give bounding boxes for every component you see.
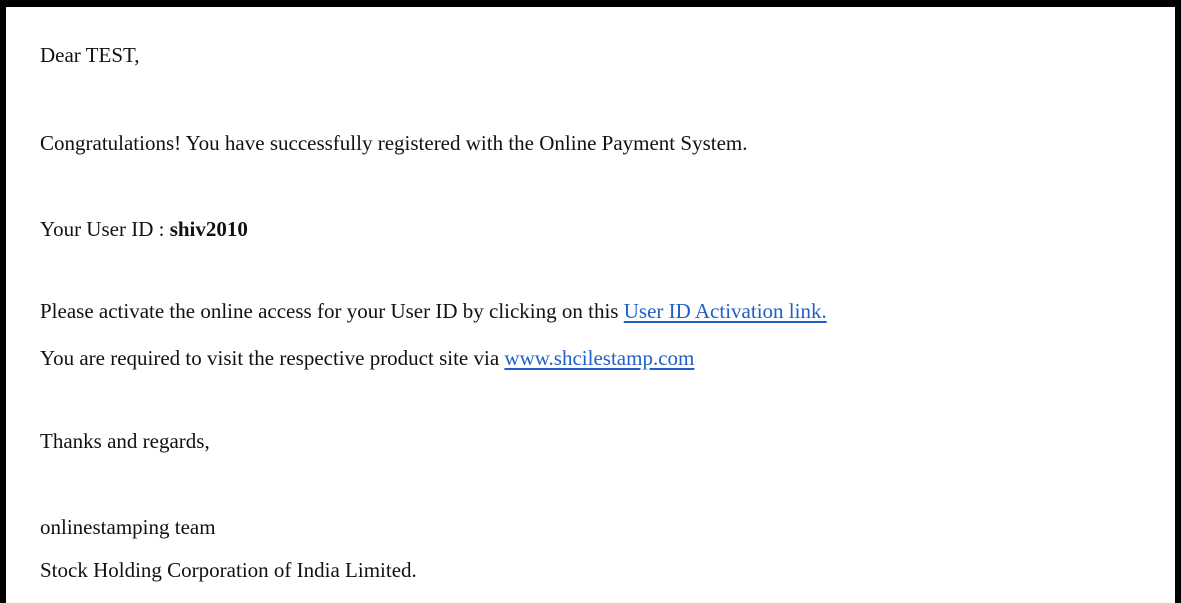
closing-text: Thanks and regards, — [40, 429, 210, 453]
team-signature: onlinestamping team — [40, 515, 216, 539]
product-site-line: You are required to visit the respective… — [40, 348, 694, 369]
registration-success-text: Congratulations! You have successfully r… — [40, 131, 748, 155]
product-site-instruction-text: You are required to visit the respective… — [40, 346, 505, 370]
user-id-value: shiv2010 — [169, 217, 248, 241]
user-id-label: Your User ID : — [40, 217, 170, 241]
greeting-text: Dear TEST, — [40, 43, 140, 67]
activation-instruction-text: Please activate the online access for yo… — [40, 299, 624, 323]
company-signature: Stock Holding Corporation of India Limit… — [40, 558, 417, 582]
product-site-link[interactable]: www.shcilestamp.com — [504, 346, 694, 370]
email-body: Dear TEST, Congratulations! You have suc… — [40, 7, 1155, 603]
user-id-activation-link[interactable]: User ID Activation link. — [624, 299, 827, 323]
user-id-line: Your User ID : shiv2010 — [40, 219, 248, 240]
activation-line: Please activate the online access for yo… — [40, 301, 827, 322]
email-frame: Dear TEST, Congratulations! You have suc… — [0, 0, 1181, 603]
